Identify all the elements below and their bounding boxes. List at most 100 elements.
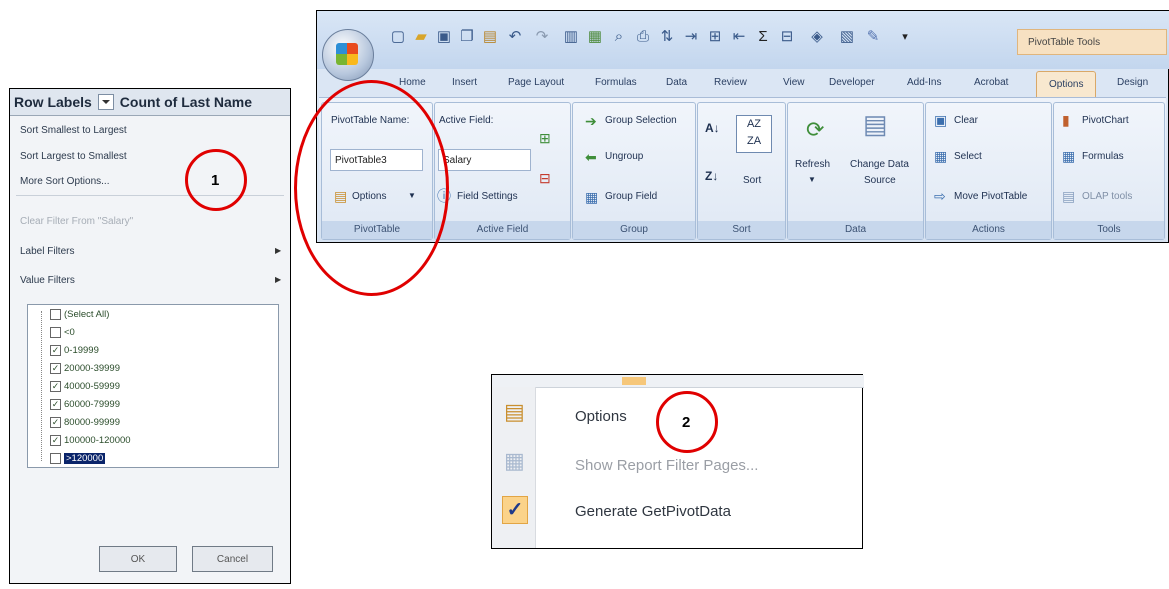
checkbox-checked[interactable]: ✓ [50, 381, 61, 392]
group-field-button[interactable]: Group Field [605, 191, 657, 202]
zoom-icon[interactable]: ⌕ [611, 29, 627, 45]
collapse-field-icon[interactable]: ⊟ [539, 171, 551, 185]
sort-z-to-a-icon[interactable]: Z↓ [705, 169, 718, 183]
checkbox-checked[interactable]: ✓ [50, 345, 61, 356]
checkbox-checked[interactable]: ✓ [50, 435, 61, 446]
more-sort-options-item[interactable]: More Sort Options... [20, 176, 109, 187]
group-selection-button[interactable]: Group Selection [605, 115, 677, 126]
row-labels-dropdown-button[interactable] [97, 94, 114, 110]
list-item[interactable]: >120000 [50, 451, 106, 466]
indent-icon[interactable]: ⇥ [683, 29, 699, 45]
table-icon[interactable]: ⊞ [707, 29, 723, 45]
tab-formulas[interactable]: Formulas [595, 77, 637, 88]
active-field-group: Active Field: Salary ⊞ ⊟ ⓘ Field Setting… [434, 102, 571, 240]
select-button[interactable]: Select [954, 151, 982, 162]
tab-page-layout[interactable]: Page Layout [508, 77, 564, 88]
list-item[interactable]: ✓ 60000-79999 [50, 397, 120, 412]
tab-view[interactable]: View [783, 77, 805, 88]
redo-icon[interactable]: ↷ [534, 29, 550, 45]
actions-group: ▣ Clear ▦ Select ⇨ Move PivotTable Actio… [925, 102, 1052, 240]
checkbox[interactable] [50, 327, 61, 338]
list-item[interactable]: ✓ 0-19999 [50, 343, 99, 358]
refresh-button[interactable]: Refresh [795, 159, 830, 170]
tab-options[interactable]: Options [1036, 71, 1097, 98]
chevron-down-icon[interactable]: ▼ [808, 175, 816, 184]
tab-insert[interactable]: Insert [452, 77, 477, 88]
expand-field-icon[interactable]: ⊞ [539, 131, 551, 145]
checkbox[interactable] [50, 453, 61, 464]
borders-icon[interactable]: ⊟ [779, 29, 795, 45]
refresh-icon[interactable]: ⟳ [806, 119, 824, 141]
submenu-arrow-icon: ▶ [275, 246, 282, 255]
sum-icon[interactable]: Σ [755, 29, 771, 45]
annotation-number-2: 2 [682, 414, 691, 431]
tab-review[interactable]: Review [714, 77, 747, 88]
tab-data[interactable]: Data [666, 77, 687, 88]
sort-ascending-item[interactable]: Sort Smallest to Largest [20, 125, 127, 136]
customize-qat-icon[interactable]: ▾ [897, 29, 913, 45]
undo-icon[interactable]: ↶ [507, 29, 523, 45]
sort-dialog-icon[interactable]: AZ ZA [736, 115, 772, 153]
ungroup-button[interactable]: Ungroup [605, 151, 643, 162]
sort-descending-item[interactable]: Sort Largest to Smallest [20, 151, 127, 162]
chart-icon[interactable]: ◈ [809, 29, 825, 45]
outdent-icon[interactable]: ⇤ [731, 29, 747, 45]
print-preview-icon[interactable]: ▥ [563, 29, 579, 45]
print-icon[interactable]: ⎙ [635, 29, 651, 45]
spelling-icon[interactable]: ✎ [865, 29, 881, 45]
clear-filter-item: Clear Filter From "Salary" [20, 216, 134, 227]
list-item[interactable]: (Select All) [50, 307, 109, 322]
checkbox-checked[interactable]: ✓ [50, 417, 61, 428]
formulas-button[interactable]: Formulas [1082, 151, 1124, 162]
office-button[interactable] [322, 29, 374, 81]
tree-connector [41, 311, 50, 461]
menu-divider [16, 195, 284, 196]
sheet-icon[interactable]: ▦ [587, 29, 603, 45]
sort-button[interactable]: Sort [743, 175, 761, 186]
actions-group-label: Actions [926, 221, 1051, 239]
open-icon[interactable]: ▰ [413, 29, 429, 45]
options-icon: ▤ [504, 399, 525, 424]
new-icon[interactable]: ▢ [390, 29, 406, 45]
paste-icon[interactable]: ▤ [482, 29, 498, 45]
checkbox-checked[interactable]: ✓ [50, 363, 61, 374]
list-item-label: 40000-59999 [64, 381, 120, 392]
tab-acrobat[interactable]: Acrobat [974, 77, 1008, 88]
checkbox-checked[interactable]: ✓ [50, 399, 61, 410]
options-menu-item[interactable]: Options [575, 408, 627, 425]
list-item[interactable]: ✓ 100000-120000 [50, 433, 131, 448]
pivottable-tools-title: PivotTable Tools [1017, 29, 1167, 55]
generate-getpivotdata-item[interactable]: Generate GetPivotData [575, 503, 731, 520]
change-data-source-button[interactable]: Change Data [850, 159, 909, 170]
change-data-source-icon[interactable]: ▤ [863, 111, 888, 137]
value-filters-item[interactable]: Value Filters ▶ [20, 275, 281, 286]
ungroup-icon: ⬅ [585, 149, 597, 165]
tab-design[interactable]: Design [1117, 77, 1148, 88]
pivotchart-button[interactable]: PivotChart [1082, 115, 1129, 126]
sort-az-icon[interactable]: ⇅ [659, 29, 675, 45]
format-icon[interactable]: ▧ [839, 29, 855, 45]
label-filters-label: Label Filters [20, 246, 75, 257]
tab-developer[interactable]: Developer [829, 77, 875, 88]
ok-button[interactable]: OK [99, 546, 177, 572]
move-pivottable-button[interactable]: Move PivotTable [954, 191, 1027, 202]
value-filters-label: Value Filters [20, 275, 75, 286]
label-filters-item[interactable]: Label Filters ▶ [20, 246, 282, 257]
copy-icon[interactable]: ❐ [459, 29, 475, 45]
checkbox[interactable] [50, 309, 61, 320]
list-item[interactable]: ✓ 20000-39999 [50, 361, 120, 376]
tab-home[interactable]: Home [399, 77, 426, 88]
list-item[interactable]: <0 [50, 325, 75, 340]
field-settings-button[interactable]: Field Settings [457, 191, 518, 202]
select-icon: ▦ [934, 148, 948, 164]
list-item[interactable]: ✓ 40000-59999 [50, 379, 120, 394]
cancel-button[interactable]: Cancel [192, 546, 273, 572]
sort-group: A↓ Z↓ AZ ZA Sort Sort [697, 102, 786, 240]
clear-button[interactable]: Clear [954, 115, 978, 126]
list-item[interactable]: ✓ 80000-99999 [50, 415, 120, 430]
save-icon[interactable]: ▣ [436, 29, 452, 45]
olap-tools-button[interactable]: OLAP tools [1082, 191, 1132, 202]
tab-add-ins[interactable]: Add-Ins [907, 77, 941, 88]
sort-a-to-z-icon[interactable]: A↓ [705, 121, 720, 135]
active-field-input[interactable]: Salary [438, 149, 531, 171]
